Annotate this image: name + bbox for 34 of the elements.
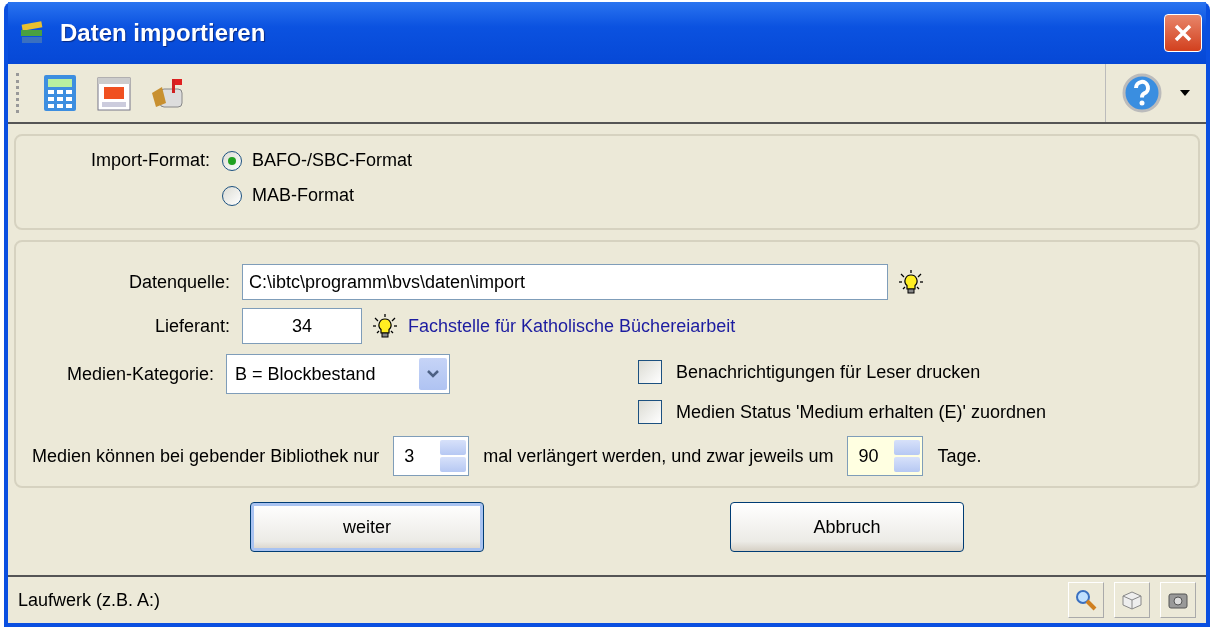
checkbox-option[interactable]: Benachrichtigungen für Leser drucken [638,360,1047,384]
search-icon[interactable] [1068,582,1104,618]
days-spinner[interactable]: 90 [847,436,924,476]
window-title: Daten importieren [60,19,267,47]
radio-option[interactable]: BAFO-/SBC-Format [222,150,412,171]
renewal-text: Medien können bei gebender Bibliothek nur [32,445,380,467]
supplier-name: Fachstelle für Katholische Büchereiarbeit [408,315,736,337]
radio-circle[interactable] [222,185,242,206]
source-field[interactable]: C:\ibtc\programm\bvs\daten\import [242,264,888,300]
renewal-text: Tage. [937,445,982,467]
box-icon[interactable] [1114,582,1150,618]
radio-circle[interactable] [222,150,242,171]
dropdown-arrow-icon[interactable] [1180,90,1190,96]
help-icon[interactable] [1122,73,1162,113]
close-button[interactable] [1164,14,1202,52]
chevron-icon [426,369,440,379]
dropdown-button[interactable] [419,358,447,390]
field-label: Import-Format: [90,150,211,171]
dialog-button[interactable]: Abbruch [730,502,964,552]
renewal-text: mal verlängert werden, und zwar jeweils um [483,445,834,467]
status-text: Laufwerk (z.B. A:) [18,589,162,611]
camera-icon[interactable] [1160,582,1196,618]
field-label: Medien-Kategorie: [65,364,215,385]
count-spinner[interactable]: 3 [393,436,470,476]
lightbulb-icon[interactable] [898,269,924,295]
field-label: Datenquelle: [127,271,231,293]
dialog-button[interactable]: weiter [250,502,484,552]
supplier-field[interactable]: 34 [242,308,362,344]
category-dropdown[interactable]: B = Blockbestand [226,354,450,394]
checkbox-option[interactable]: Medien Status 'Medium erhalten (E)' zuordnen [638,400,1047,424]
field-label: Lieferant: [153,315,231,337]
lightbulb-icon[interactable] [372,313,398,339]
close-icon [1172,22,1194,44]
radio-option[interactable]: MAB-Format [222,185,354,206]
